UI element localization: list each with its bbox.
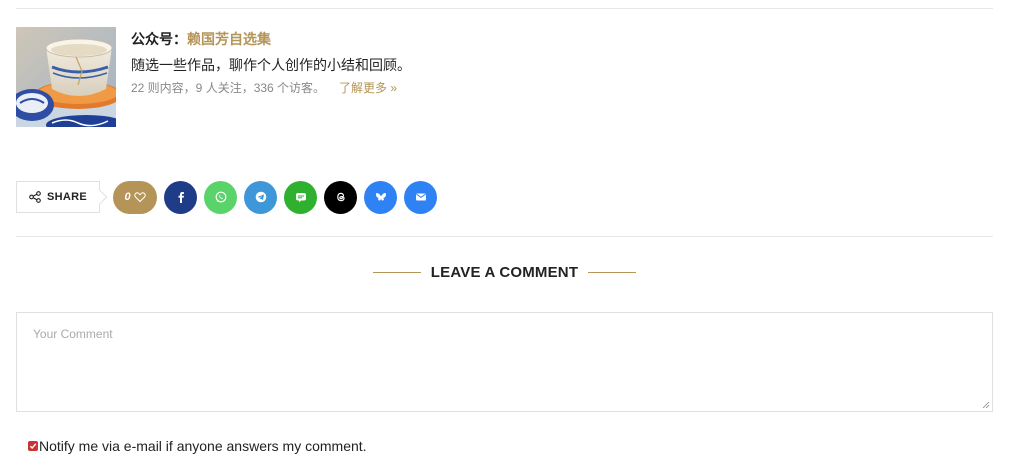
share-bluesky-button[interactable] bbox=[364, 180, 397, 214]
author-box: 公众号：赖国芳自选集 随选一些作品，聊作个人创作的小结和回顾。 22 则内容，9… bbox=[16, 27, 716, 127]
teacup-image bbox=[16, 27, 116, 127]
author-thumbnail[interactable] bbox=[16, 27, 116, 127]
facebook-icon bbox=[178, 192, 184, 203]
page: 公众号：赖国芳自选集 随选一些作品，聊作个人创作的小结和回顾。 22 则内容，9… bbox=[0, 0, 1024, 465]
author-description: 随选一些作品，聊作个人创作的小结和回顾。 bbox=[131, 57, 411, 73]
divider-top bbox=[16, 8, 993, 9]
resize-grip-icon[interactable] bbox=[982, 401, 990, 409]
threads-icon bbox=[336, 192, 345, 202]
share-email-button[interactable] bbox=[404, 180, 437, 214]
learn-more-link[interactable]: 了解更多 » bbox=[339, 81, 397, 95]
author-prefix: 公众号： bbox=[131, 31, 187, 47]
author-name-link[interactable]: 赖国芳自选集 bbox=[187, 31, 271, 47]
bluesky-icon bbox=[375, 192, 386, 201]
notify-checkbox[interactable] bbox=[28, 441, 38, 451]
like-count: 0 bbox=[124, 191, 131, 203]
comment-textarea[interactable] bbox=[17, 313, 992, 411]
telegram-icon bbox=[255, 191, 266, 203]
author-stats: 22 则内容，9 人关注，336 个访客。 bbox=[131, 81, 326, 95]
heading-line-right bbox=[588, 272, 637, 273]
author-title: 公众号：赖国芳自选集 bbox=[131, 29, 691, 49]
share-line-button[interactable] bbox=[284, 180, 317, 214]
share-facebook-button[interactable] bbox=[164, 180, 197, 214]
notify-row: Notify me via e-mail if anyone answers m… bbox=[28, 438, 367, 454]
share-threads-button[interactable] bbox=[324, 180, 357, 214]
author-info: 公众号：赖国芳自选集 随选一些作品，聊作个人创作的小结和回顾。 22 则内容，9… bbox=[131, 29, 691, 97]
comment-heading-text: LEAVE A COMMENT bbox=[430, 264, 579, 281]
comment-heading: LEAVE A COMMENT bbox=[0, 264, 1009, 281]
share-icon bbox=[29, 191, 41, 203]
divider-middle bbox=[16, 236, 993, 237]
whatsapp-icon bbox=[215, 191, 226, 203]
share-bar: SHARE 0 bbox=[16, 180, 437, 214]
share-label: SHARE bbox=[16, 181, 100, 213]
author-stats-row: 22 则内容，9 人关注，336 个访客。 了解更多 » bbox=[131, 79, 691, 97]
line-icon bbox=[295, 193, 306, 203]
heading-line-left bbox=[372, 272, 421, 273]
email-icon bbox=[415, 193, 426, 201]
share-whatsapp-button[interactable] bbox=[204, 180, 237, 214]
share-telegram-button[interactable] bbox=[244, 180, 277, 214]
like-button[interactable]: 0 bbox=[113, 180, 157, 214]
comment-box bbox=[16, 312, 993, 412]
heart-icon bbox=[133, 192, 146, 203]
checkmark-icon bbox=[29, 443, 37, 450]
share-text: SHARE bbox=[46, 191, 87, 203]
notify-label: Notify me via e-mail if anyone answers m… bbox=[39, 438, 367, 454]
